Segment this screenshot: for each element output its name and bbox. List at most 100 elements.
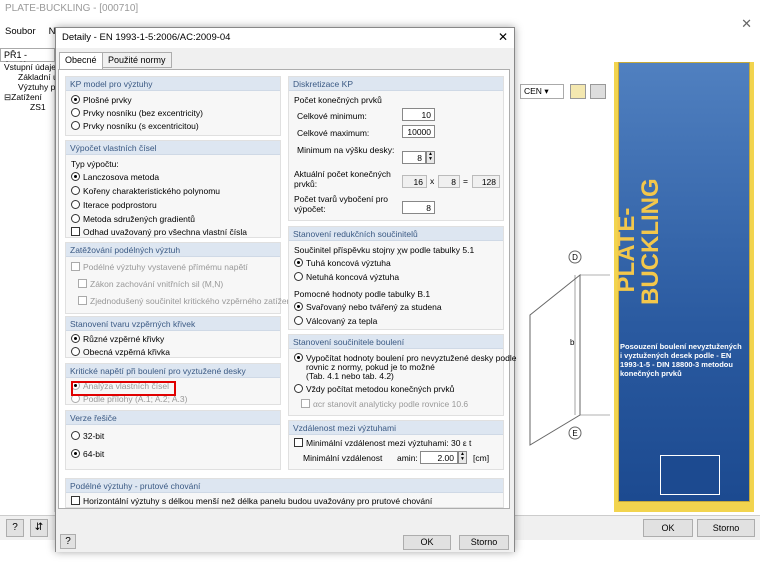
spinner[interactable]: ▲ ▼: [458, 451, 467, 464]
label-pocet-tvaru: Počet tvarů vybočení pro výpočet:: [294, 194, 389, 214]
label-x: x: [430, 176, 435, 186]
label-amin: amin:: [397, 453, 418, 463]
label-typ-vypoctu: Typ výpočtu:: [71, 159, 119, 169]
dialog-cancel-button[interactable]: Storno: [459, 535, 509, 550]
dialog-title: Detaily - EN 1993-1-5:2006/AC:2009-04: [56, 28, 514, 48]
plate-shape: [529, 273, 581, 446]
label-minimum-vyska: Minimum na výšku desky:: [297, 145, 395, 155]
group-header: Výpočet vlastních čísel: [66, 141, 280, 155]
radio-iterace[interactable]: Iterace podprostoru: [71, 200, 157, 210]
group-header: Stanovení součinitele boulení: [289, 335, 503, 349]
checkbox-horizontalni[interactable]: Horizontální výztuhy s délkou menší než …: [71, 496, 432, 506]
units-icon[interactable]: ⇵: [30, 519, 48, 537]
close-icon[interactable]: ✕: [741, 16, 752, 32]
group-diskretizace: Diskretizace KP Počet konečných prvků Ce…: [288, 76, 504, 221]
standard-select[interactable]: CEN ▾: [520, 84, 564, 99]
group-header: Stanovení tvaru vzpěrných křivek: [66, 317, 280, 331]
highlight-box: [71, 381, 176, 396]
radio-32bit[interactable]: 32-bit: [71, 431, 104, 441]
group-header: Vzdálenost mezi výztuhami: [289, 421, 503, 435]
celkove-maximum-input[interactable]: 10000: [402, 125, 435, 138]
tab-pouzite-normy[interactable]: Použité normy: [102, 52, 172, 68]
pocet-tvaru-input[interactable]: 8: [402, 201, 435, 214]
radio-svarovany[interactable]: Svařovaný nebo tvářený za studena: [294, 302, 442, 312]
amin-input[interactable]: 2.00: [420, 451, 458, 464]
spinner[interactable]: ▲ ▼: [426, 151, 435, 164]
group-redukcni-soucinitele: Stanovení redukčních součinitelů Součini…: [288, 226, 504, 330]
label-eq: =: [463, 176, 468, 186]
folder-icon[interactable]: [570, 84, 586, 99]
group-soucinitel-bouleni: Stanovení součinitele boulení Vypočítat …: [288, 334, 516, 416]
checkbox-odhad[interactable]: Odhad uvažovaný pro všechna vlastní čísl…: [71, 227, 247, 237]
radio-prvky-bez-exc[interactable]: Prvky nosníku (bez excentricity): [71, 108, 203, 118]
radio-tuha[interactable]: Tuhá koncová výztuha: [294, 258, 391, 268]
label-min-vzdalenost: Minimální vzdálenost: [303, 453, 383, 463]
group-vlastni-cisla: Výpočet vlastních čísel Typ výpočtu: Lan…: [65, 140, 281, 238]
radio-valcovany[interactable]: Válcovaný za tepla: [294, 316, 377, 326]
ok-button[interactable]: OK: [643, 519, 693, 537]
tree-item[interactable]: Základní ú: [0, 72, 58, 82]
label-aktualni-pocet: Aktuální počet konečných prvků:: [294, 169, 391, 189]
radio-koreny[interactable]: Kořeny charakteristického polynomu: [71, 186, 220, 196]
tree-item[interactable]: ⊟Zatížení: [0, 92, 54, 102]
radio-gradienty[interactable]: Metoda sdružených gradientů: [71, 214, 195, 224]
group-header: Podélné výztuhy - prutové chování: [66, 479, 503, 493]
label-unit: [cm]: [473, 453, 490, 463]
radio-prvky-s-exc[interactable]: Prvky nosníku (s excentricitou): [71, 121, 199, 131]
dialog-ok-button[interactable]: OK: [403, 535, 451, 550]
group-header: Zatěžování podélných výztuh: [66, 243, 280, 257]
label-celkove-minimum: Celkové minimum:: [297, 111, 367, 121]
dialog-body: Obecné Použité normy KP model pro výztuh…: [56, 48, 516, 533]
label-soucinitel-stojny: Součinitel příspěvku stojny χw podle tab…: [294, 245, 475, 255]
aktualni-total: 128: [472, 175, 500, 188]
navigator-tree: Vstupní údaje Základní ú Výztuhy p ⊟Zatí…: [0, 62, 58, 512]
group-vzperne-krivky: Stanovení tvaru vzpěrných křivek Různé v…: [65, 316, 281, 358]
group-vzdalenost: Vzdálenost mezi výztuhami Minimální vzdá…: [288, 420, 504, 470]
bridge-logo-icon: [660, 455, 720, 495]
checkbox-min-vzdalenost[interactable]: Minimální vzdálenost mezi výztuhami: 30 …: [294, 438, 471, 448]
cover-text: Posouzení boulení nevyztužených i vyztuž…: [620, 342, 742, 378]
tree-item[interactable]: Výztuhy p: [0, 82, 55, 92]
cancel-button[interactable]: Storno: [697, 519, 755, 537]
radio-netuha[interactable]: Netuhá koncová výztuha: [294, 272, 399, 282]
help-icon[interactable]: ?: [6, 519, 24, 537]
aktualni-y: 8: [438, 175, 460, 188]
cover-title: PLATE-BUCKLING: [613, 178, 664, 305]
tab-obecne[interactable]: Obecné: [59, 52, 103, 70]
aktualni-x: 16: [402, 175, 427, 188]
label-pomocne: Pomocné hodnoty podle tabulky B.1: [294, 289, 431, 299]
radio-ruzne-krivky[interactable]: Různé vzpěrné křivky: [71, 334, 164, 344]
radio-64bit[interactable]: 64-bit: [71, 449, 104, 459]
group-header: Diskretizace KP: [289, 77, 503, 91]
app-title: PLATE-BUCKLING - [000710]: [0, 0, 760, 24]
label-b: b: [570, 338, 575, 347]
plate-drawing: D b E: [529, 250, 610, 446]
label-celkove-maximum: Celkové maximum:: [297, 128, 370, 138]
tree-item[interactable]: ZS1: [0, 102, 54, 112]
menu-soubor[interactable]: Soubor: [5, 26, 36, 37]
label-tab: (Tab. 4.1 nebo tab. 4.2): [306, 371, 394, 381]
tab-pane: KP model pro výztuhy Plošné prvky Prvky …: [58, 69, 516, 509]
radio-vzdy-kp[interactable]: Vždy počítat metodou konečných prvků: [294, 384, 454, 394]
group-zatezovani: Zatěžování podélných výztuh Podélné výzt…: [65, 242, 294, 314]
details-dialog: Detaily - EN 1993-1-5:2006/AC:2009-04 ✕ …: [55, 27, 516, 552]
minimum-vyska-input[interactable]: 8: [402, 151, 426, 164]
group-verze-resice: Verze řešiče 32-bit 64-bit: [65, 410, 281, 470]
tree-item[interactable]: Vstupní údaje: [0, 62, 56, 72]
close-icon[interactable]: ✕: [498, 30, 508, 44]
celkove-minimum-input[interactable]: 10: [402, 108, 435, 121]
label-pocet-prvku: Počet konečných prvků: [294, 95, 382, 105]
group-header: Stanovení redukčních součinitelů: [289, 227, 503, 241]
label-d: D: [572, 253, 578, 262]
help-icon[interactable]: ?: [60, 534, 76, 549]
checkbox-zakon[interactable]: Zákon zachování vnitřních sil (M,N): [78, 279, 223, 289]
radio-lanczos[interactable]: Lanczosova metoda: [71, 172, 159, 182]
checkbox-zjednoduseny[interactable]: Zjednodušený součinitel kritického vzpěr…: [78, 296, 294, 306]
group-kp-model: KP model pro výztuhy Plošné prvky Prvky …: [65, 76, 281, 136]
checkbox-podelne[interactable]: Podélné výztuhy vystavené přímému napětí: [71, 262, 248, 272]
edit-icon[interactable]: [590, 84, 606, 99]
radio-obecna-krivka[interactable]: Obecná vzpěrná křivka: [71, 347, 170, 357]
radio-plosne-prvky[interactable]: Plošné prvky: [71, 95, 132, 105]
tab-analyza[interactable]: PŘ1 - Analýza: [0, 48, 55, 70]
checkbox-acr[interactable]: αcr stanovit analyticky podle rovnice 10…: [301, 399, 468, 409]
